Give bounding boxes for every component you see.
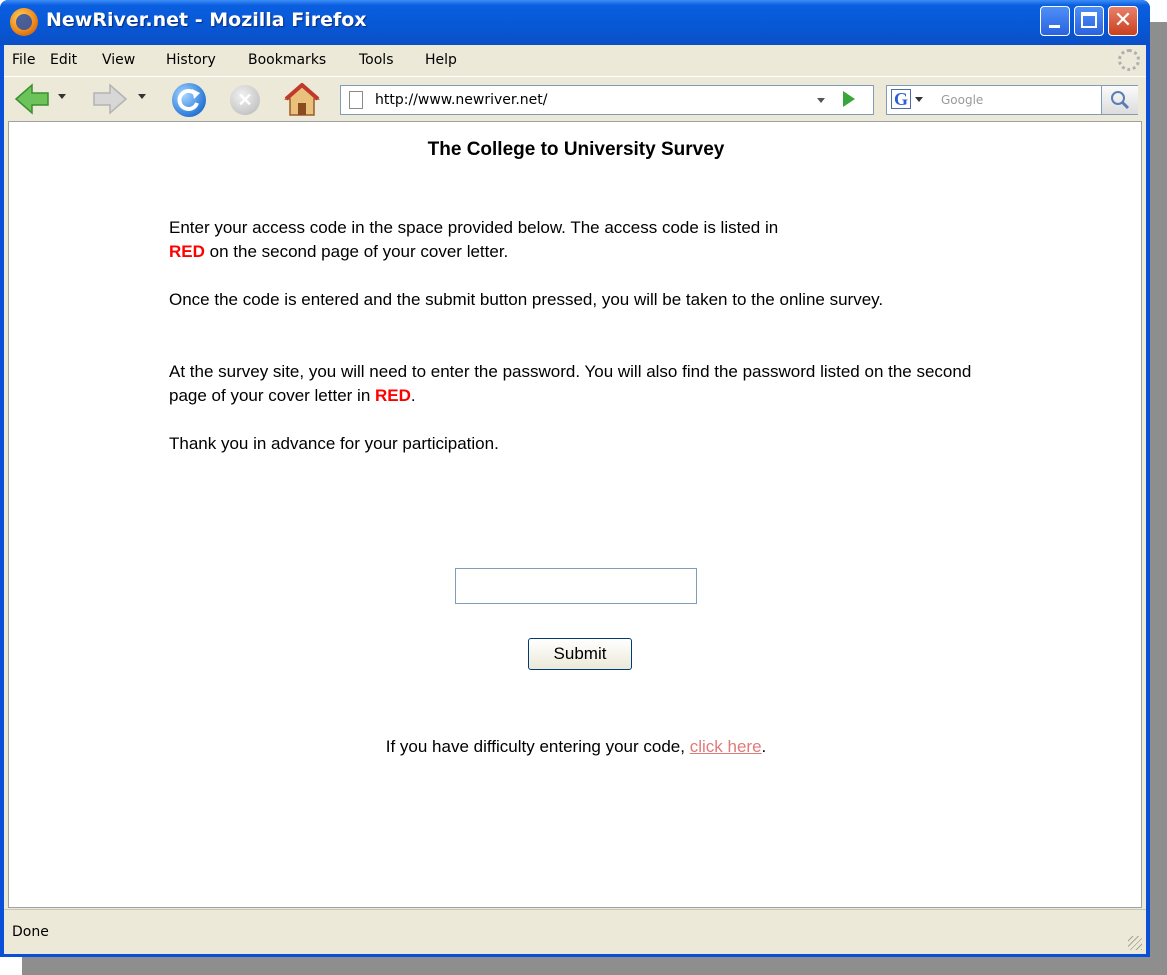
window-title: NewRiver.net - Mozilla Firefox: [46, 9, 367, 31]
menu-bookmarks[interactable]: Bookmarks: [248, 52, 326, 68]
menu-view[interactable]: View: [102, 52, 135, 68]
navigation-toolbar: ✕ http://www.newriver.net/ G Google: [4, 76, 1146, 121]
para1-text-end: on the second page of your cover letter.: [204, 242, 509, 261]
menu-edit[interactable]: Edit: [50, 52, 77, 68]
help-text-end: .: [761, 737, 767, 756]
reload-button[interactable]: [172, 83, 206, 117]
submit-button[interactable]: Submit: [528, 638, 632, 670]
page-title: The College to University Survey: [427, 139, 725, 160]
stop-button[interactable]: ✕: [230, 85, 260, 115]
url-history-dropdown[interactable]: [811, 90, 833, 110]
close-icon: ✕: [1113, 8, 1133, 33]
magnifier-icon: [1111, 91, 1130, 110]
help-line: If you have difficulty entering your cod…: [9, 737, 1143, 757]
instruction-paragraph-2: Once the code is entered and the submit …: [169, 290, 884, 309]
search-engine-dropdown[interactable]: [915, 97, 923, 102]
reload-icon: [177, 89, 200, 111]
red-highlight: RED: [169, 242, 205, 261]
home-icon: [284, 83, 320, 116]
url-text[interactable]: http://www.newriver.net/: [375, 92, 548, 108]
menu-history[interactable]: History: [166, 52, 216, 68]
click-here-link[interactable]: click here: [690, 737, 762, 756]
para1-text: Enter your access code in the space prov…: [169, 218, 779, 237]
red-highlight: RED: [375, 386, 411, 405]
thank-you-text: Thank you in advance for your participat…: [169, 434, 499, 453]
stop-icon: ✕: [237, 89, 253, 110]
page-content: The College to University Survey Enter y…: [8, 121, 1142, 908]
instruction-paragraph-1: Enter your access code in the space prov…: [169, 216, 999, 264]
minimize-button[interactable]: [1040, 6, 1070, 36]
browser-window: NewRiver.net - Mozilla Firefox ✕ File Ed…: [0, 0, 1150, 957]
back-history-dropdown[interactable]: [58, 94, 66, 99]
minimize-icon: [1049, 25, 1060, 28]
maximize-button[interactable]: [1074, 6, 1104, 36]
search-placeholder: Google: [941, 93, 984, 107]
close-button[interactable]: ✕: [1108, 6, 1138, 36]
forward-arrow-icon: [93, 83, 128, 115]
help-text: If you have difficulty entering your cod…: [385, 737, 690, 756]
access-code-input[interactable]: [455, 568, 697, 604]
google-icon[interactable]: G: [891, 89, 911, 109]
throbber-icon: [1118, 49, 1140, 71]
menu-tools[interactable]: Tools: [359, 52, 394, 68]
title-bar[interactable]: NewRiver.net - Mozilla Firefox ✕: [0, 0, 1150, 45]
back-arrow-icon: [14, 83, 49, 115]
search-button[interactable]: [1101, 86, 1138, 114]
go-icon[interactable]: [843, 91, 855, 107]
para3-text-end: .: [410, 386, 416, 405]
menu-help[interactable]: Help: [425, 52, 457, 68]
maximize-icon: [1081, 12, 1097, 28]
para3-text: At the survey site, you will need to ent…: [169, 362, 972, 405]
url-bar[interactable]: http://www.newriver.net/: [340, 85, 874, 115]
page-icon: [349, 91, 363, 109]
forward-history-dropdown[interactable]: [138, 94, 146, 99]
back-button[interactable]: [14, 83, 50, 115]
firefox-icon: [10, 8, 38, 36]
status-bar: Done: [4, 909, 1146, 954]
forward-button[interactable]: [92, 83, 128, 115]
browser-chrome: File Edit View History Bookmarks Tools H…: [4, 45, 1146, 954]
menu-file[interactable]: File: [12, 52, 35, 68]
search-box[interactable]: G Google: [886, 85, 1138, 115]
menu-bar: File Edit View History Bookmarks Tools H…: [4, 45, 1146, 75]
instruction-paragraph-3: At the survey site, you will need to ent…: [169, 360, 999, 408]
home-button[interactable]: [284, 83, 320, 117]
status-text: Done: [12, 924, 49, 940]
resize-grip-icon[interactable]: [1128, 936, 1142, 950]
